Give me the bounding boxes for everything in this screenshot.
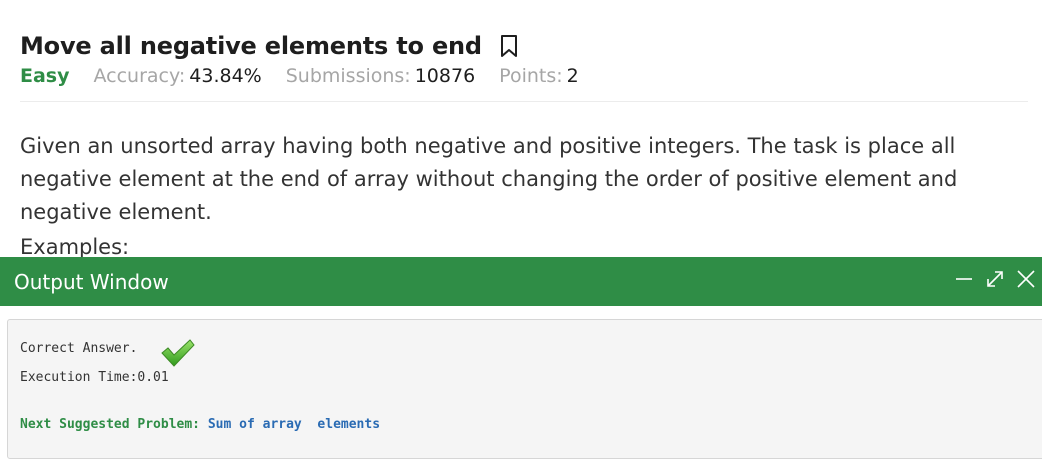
- header-divider: [20, 101, 1028, 102]
- problem-meta: Easy Accuracy: 43.84% Submissions: 10876…: [20, 65, 603, 87]
- examples-heading: Examples:: [20, 235, 130, 259]
- problem-title: Move all negative elements to end: [20, 32, 482, 60]
- expand-icon[interactable]: [983, 267, 1007, 291]
- points-label: Points:: [499, 65, 563, 87]
- title-row: Move all negative elements to end: [20, 30, 1028, 62]
- submissions-label: Submissions:: [285, 65, 411, 87]
- accuracy-value: 43.84%: [189, 65, 262, 87]
- difficulty-badge: Easy: [20, 65, 70, 87]
- next-suggested-link[interactable]: Sum of array elements: [208, 417, 380, 432]
- next-suggested-problem: Next Suggested Problem: Sum of array ele…: [20, 417, 380, 432]
- result-text: Correct Answer.: [20, 341, 138, 356]
- submissions-value: 10876: [414, 65, 476, 87]
- bookmark-icon[interactable]: [500, 34, 518, 58]
- next-suggested-label: Next Suggested Problem:: [20, 417, 201, 432]
- points-value: 2: [566, 65, 579, 87]
- problem-description: Given an unsorted array having both nega…: [20, 134, 958, 224]
- output-window-title: Output Window: [14, 270, 169, 294]
- minimize-icon[interactable]: [952, 267, 976, 291]
- problem-header: Move all negative elements to end Easy A…: [20, 30, 1028, 87]
- checkmark-icon: [160, 336, 196, 370]
- close-icon[interactable]: [1014, 267, 1038, 291]
- output-window-bar: Output Window: [0, 257, 1042, 306]
- execution-time: Execution Time:0.01: [20, 370, 169, 385]
- output-panel: Correct Answer. Execution Time:0.01 Next…: [7, 319, 1042, 459]
- accuracy-label: Accuracy:: [93, 65, 186, 87]
